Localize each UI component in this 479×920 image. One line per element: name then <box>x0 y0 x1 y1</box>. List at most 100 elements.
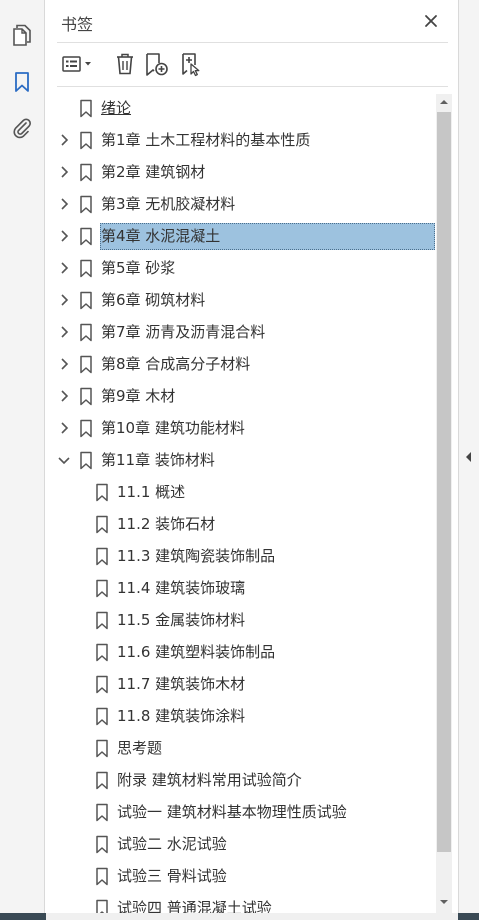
bookmark-label: 第5章 砂浆 <box>101 259 176 277</box>
chevron-right-icon[interactable] <box>56 164 72 180</box>
bookmark-label: 第7章 沥青及沥青混合料 <box>101 323 266 341</box>
bookmark-item[interactable]: 第7章 沥青及沥青混合料 <box>46 318 438 346</box>
paperclip-icon[interactable] <box>8 114 36 142</box>
divider <box>57 42 448 43</box>
bookmark-item[interactable]: 第11章 装饰材料 <box>46 446 438 474</box>
bookmark-icon <box>80 419 92 438</box>
chevron-right-icon[interactable] <box>56 228 72 244</box>
bookmark-item[interactable]: 思考题 <box>46 734 438 762</box>
bookmark-icon <box>96 643 108 662</box>
copy-pages-icon[interactable] <box>8 21 36 49</box>
bookmark-icon <box>96 867 108 886</box>
bookmark-item[interactable]: 第6章 砌筑材料 <box>46 286 438 314</box>
chevron-right-icon[interactable] <box>56 356 72 372</box>
chevron-right-icon[interactable] <box>56 196 72 212</box>
bookmark-icon <box>96 771 108 790</box>
bookmark-item[interactable]: 试验三 骨料试验 <box>46 862 438 890</box>
bookmark-icon <box>80 291 92 310</box>
new-bookmark-from-structure-button[interactable] <box>177 50 205 78</box>
bookmark-item[interactable]: 第1章 土木工程材料的基本性质 <box>46 126 438 154</box>
chevron-right-icon[interactable] <box>56 420 72 436</box>
bookmark-label: 第2章 建筑钢材 <box>101 163 206 181</box>
bookmark-item[interactable]: 第9章 木材 <box>46 382 438 410</box>
scrollbar-thumb[interactable] <box>437 112 451 852</box>
bookmark-label: 思考题 <box>117 739 163 757</box>
bookmark-item[interactable]: 第3章 无机胶凝材料 <box>46 190 438 218</box>
divider <box>57 86 448 87</box>
bookmark-item[interactable]: 11.8 建筑装饰涂料 <box>46 702 438 730</box>
bookmark-item[interactable]: 11.1 概述 <box>46 478 438 506</box>
bookmark-item[interactable]: 绪论 <box>46 94 438 122</box>
bookmark-item[interactable]: 11.4 建筑装饰玻璃 <box>46 574 438 602</box>
bookmark-label: 第9章 木材 <box>101 387 176 405</box>
bookmark-icon <box>80 323 92 342</box>
bookmark-icon[interactable] <box>8 68 36 96</box>
delete-bookmark-button[interactable] <box>111 50 139 78</box>
scroll-up-arrow-icon[interactable] <box>438 96 450 108</box>
bookmark-label: 试验三 骨料试验 <box>117 867 227 885</box>
bookmark-item[interactable]: 11.5 金属装饰材料 <box>46 606 438 634</box>
bookmark-icon <box>80 227 92 246</box>
bookmark-label: 11.4 建筑装饰玻璃 <box>117 579 246 597</box>
bookmarks-toolbar <box>57 46 448 82</box>
chevron-right-icon[interactable] <box>56 132 72 148</box>
bookmark-icon <box>80 387 92 406</box>
bookmark-label: 11.7 建筑装饰木材 <box>117 675 246 693</box>
bookmark-item[interactable]: 11.2 装饰石材 <box>46 510 438 538</box>
close-icon <box>425 15 437 27</box>
bookmark-icon <box>80 451 92 470</box>
bookmark-item[interactable]: 试验四 普通混凝土试验 <box>46 894 438 913</box>
bookmark-tree: 绪论第1章 土木工程材料的基本性质第2章 建筑钢材第3章 无机胶凝材料第4章 水… <box>46 94 438 913</box>
bookmark-icon <box>96 483 108 502</box>
close-panel-button[interactable] <box>420 10 442 32</box>
bookmark-item[interactable]: 11.3 建筑陶瓷装饰制品 <box>46 542 438 570</box>
bookmark-icon <box>80 99 92 118</box>
options-menu-button[interactable] <box>59 50 97 78</box>
bookmark-icon <box>80 195 92 214</box>
navigation-rail <box>0 0 45 913</box>
bookmark-icon <box>80 131 92 150</box>
bookmark-icon <box>96 547 108 566</box>
collapse-panel-icon[interactable] <box>463 450 475 464</box>
bookmark-item[interactable]: 第5章 砂浆 <box>46 254 438 282</box>
delete-trash-icon <box>117 53 133 75</box>
bookmark-item[interactable]: 第2章 建筑钢材 <box>46 158 438 186</box>
panel-collapse-strip[interactable] <box>458 0 479 913</box>
bookmark-item[interactable]: 附录 建筑材料常用试验简介 <box>46 766 438 794</box>
bookmark-item[interactable]: 第10章 建筑功能材料 <box>46 414 438 442</box>
chevron-down-icon[interactable] <box>56 452 72 468</box>
bookmark-item[interactable]: 试验二 水泥试验 <box>46 830 438 858</box>
bookmark-item[interactable]: 试验一 建筑材料基本物理性质试验 <box>46 798 438 826</box>
bookmark-icon <box>80 355 92 374</box>
bookmark-icon <box>96 675 108 694</box>
bookmark-label: 绪论 <box>101 99 132 117</box>
bookmark-label: 11.5 金属装饰材料 <box>117 611 246 629</box>
bookmark-label: 第10章 建筑功能材料 <box>101 419 245 437</box>
bookmark-label: 试验一 建筑材料基本物理性质试验 <box>117 803 347 821</box>
bookmark-icon <box>96 579 108 598</box>
bookmark-label: 11.3 建筑陶瓷装饰制品 <box>117 547 276 565</box>
bookmark-item[interactable]: 第8章 合成高分子材料 <box>46 350 438 378</box>
bookmark-item[interactable]: 第4章 水泥混凝土 <box>46 222 438 250</box>
bookmark-icon <box>96 899 108 913</box>
bookmark-label: 第8章 合成高分子材料 <box>101 355 251 373</box>
vertical-scrollbar[interactable] <box>436 94 452 913</box>
bookmark-item[interactable]: 11.7 建筑装饰木材 <box>46 670 438 698</box>
scroll-down-arrow-icon[interactable] <box>438 896 450 908</box>
new-bookmark-from-structure-icon <box>182 53 200 77</box>
chevron-right-icon[interactable] <box>56 260 72 276</box>
bookmark-label: 第11章 装饰材料 <box>101 451 215 469</box>
bookmark-icon <box>96 739 108 758</box>
bookmark-icon <box>96 611 108 630</box>
chevron-right-icon[interactable] <box>56 292 72 308</box>
new-bookmark-button[interactable] <box>143 50 171 78</box>
bookmark-label: 试验四 普通混凝土试验 <box>117 899 272 913</box>
bookmark-label: 第4章 水泥混凝土 <box>101 227 221 245</box>
bookmark-icon <box>96 515 108 534</box>
chevron-right-icon[interactable] <box>56 324 72 340</box>
new-bookmark-icon <box>146 53 168 76</box>
bookmark-icon <box>96 707 108 726</box>
bookmark-item[interactable]: 11.6 建筑塑料装饰制品 <box>46 638 438 666</box>
bookmark-label: 11.2 装饰石材 <box>117 515 216 533</box>
chevron-right-icon[interactable] <box>56 388 72 404</box>
